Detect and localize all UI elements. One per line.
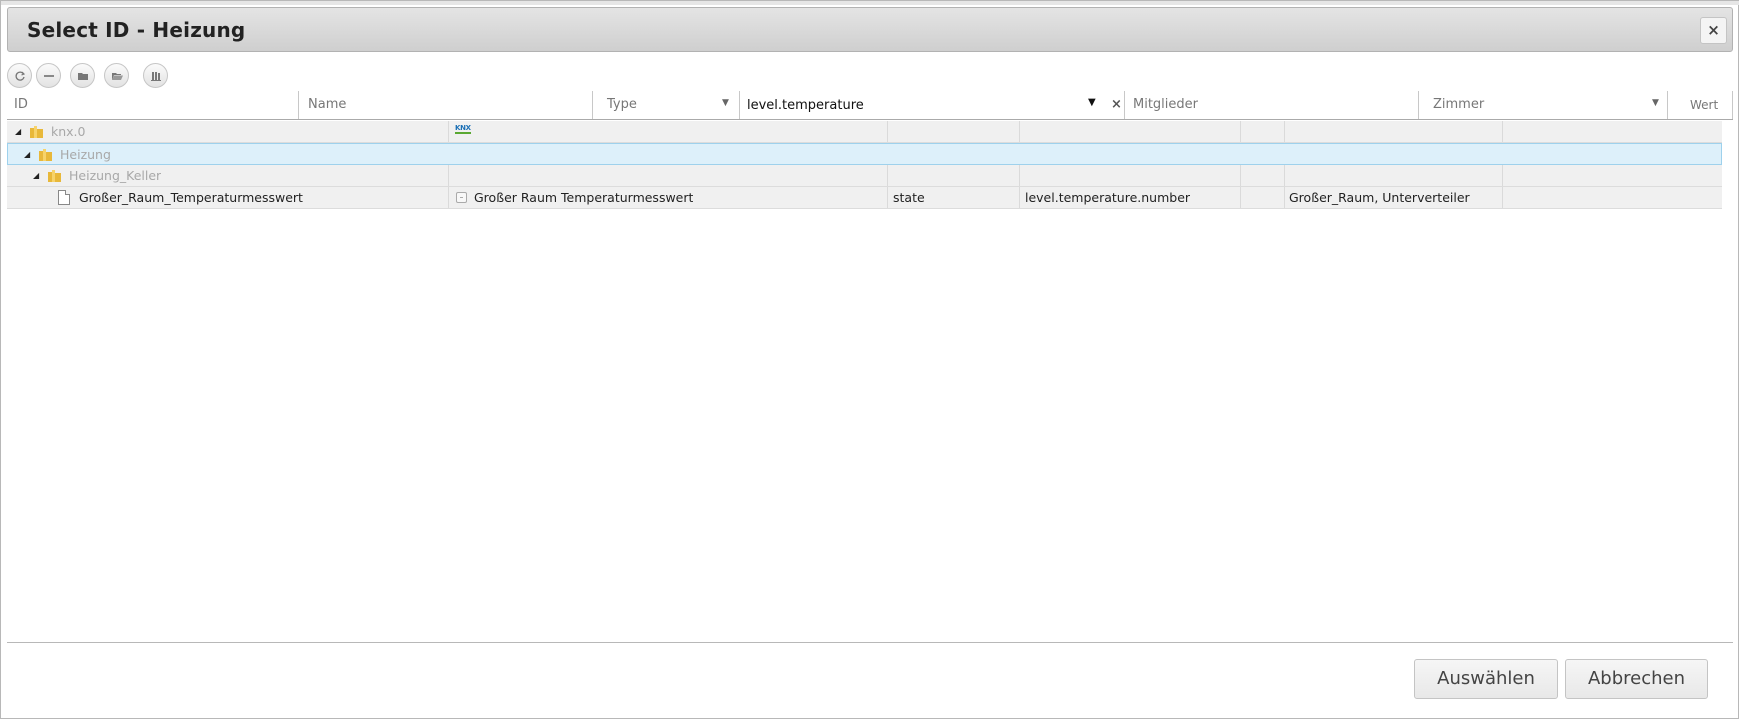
column-header-members[interactable]: Mitglieder xyxy=(1133,91,1198,119)
column-divider xyxy=(448,121,449,142)
object-type: state xyxy=(893,190,925,205)
object-name: Großer Raum Temperaturmesswert xyxy=(474,190,694,205)
tree-item-label: knx.0 xyxy=(51,124,86,139)
tree-toggle-icon[interactable]: ◢ xyxy=(15,121,21,142)
column-divider xyxy=(1502,187,1503,208)
close-button[interactable]: × xyxy=(1700,17,1727,44)
list-icon xyxy=(150,71,161,81)
column-divider xyxy=(1502,165,1503,186)
column-divider xyxy=(1240,121,1241,142)
tree-toggle-icon[interactable]: ◢ xyxy=(33,165,39,186)
column-divider xyxy=(1240,187,1241,208)
collapse-button[interactable] xyxy=(36,63,61,88)
select-button[interactable]: Auswählen xyxy=(1414,659,1558,699)
tree-item-label: Großer_Raum_Temperaturmesswert xyxy=(79,190,303,205)
tree-row-state[interactable]: Großer_Raum_Temperaturmesswert Großer Ra… xyxy=(7,187,1722,209)
tree-row-selected[interactable]: ◢ Heizung xyxy=(7,143,1722,165)
expand-folders-button[interactable] xyxy=(104,63,129,88)
folder-icon xyxy=(48,170,61,182)
column-divider xyxy=(887,121,888,142)
clear-filter-icon[interactable]: × xyxy=(1111,94,1122,116)
column-header-type[interactable]: Type xyxy=(607,91,637,119)
cancel-button[interactable]: Abbrechen xyxy=(1565,659,1708,699)
column-divider xyxy=(887,165,888,186)
folder-icon xyxy=(30,126,43,138)
dialog-titlebar: Select ID - Heizung × xyxy=(7,7,1733,52)
column-resizer[interactable] xyxy=(1418,91,1419,119)
table-header: ID Name Type ▼ ▼ × Mitglieder Zimmer ▼ W… xyxy=(7,91,1733,120)
column-divider xyxy=(1502,121,1503,142)
state-icon xyxy=(456,192,467,203)
collapse-icon xyxy=(43,74,54,77)
column-divider xyxy=(1284,187,1285,208)
folder-open-icon xyxy=(111,72,123,80)
tree-row[interactable]: ◢ knx.0 KNX xyxy=(7,121,1722,143)
footer-divider xyxy=(7,642,1733,643)
dialog-title: Select ID - Heizung xyxy=(27,18,246,42)
column-resizer[interactable] xyxy=(1124,91,1125,119)
list-view-button[interactable] xyxy=(143,63,168,88)
column-header-id[interactable]: ID xyxy=(14,91,28,119)
role-filter-input[interactable] xyxy=(747,95,1099,115)
column-divider xyxy=(1019,165,1020,186)
tree-item-label: Heizung_Keller xyxy=(69,168,162,183)
column-header-rooms[interactable]: Zimmer xyxy=(1433,91,1484,119)
column-divider xyxy=(448,187,449,208)
folder-icon xyxy=(77,72,88,80)
column-header-value[interactable]: Wert xyxy=(1690,91,1718,119)
column-resizer[interactable] xyxy=(1667,91,1668,119)
folder-icon xyxy=(39,149,52,161)
state-file-icon xyxy=(58,190,70,205)
tree-toggle-icon[interactable]: ◢ xyxy=(24,144,30,165)
rooms-filter-dropdown-icon[interactable]: ▼ xyxy=(1652,91,1659,115)
background-strip xyxy=(1,1,1739,5)
column-resizer[interactable] xyxy=(739,91,740,119)
column-resizer[interactable] xyxy=(298,91,299,119)
column-header-name[interactable]: Name xyxy=(308,91,346,119)
column-divider xyxy=(1019,121,1020,142)
select-id-dialog: Select ID - Heizung × ID Name Type ▼ ▼ ×… xyxy=(0,0,1739,719)
column-divider xyxy=(448,165,449,186)
knx-adapter-icon: KNX xyxy=(455,124,471,134)
role-filter-dropdown-icon[interactable]: ▼ xyxy=(1088,91,1096,115)
column-divider xyxy=(887,187,888,208)
column-resizer[interactable] xyxy=(1732,91,1733,119)
collapse-folders-button[interactable] xyxy=(70,63,95,88)
tree-row[interactable]: ◢ Heizung_Keller xyxy=(7,165,1722,187)
column-divider xyxy=(1284,121,1285,142)
object-role: level.temperature.number xyxy=(1025,190,1191,205)
refresh-icon xyxy=(15,71,25,81)
tree-item-label: Heizung xyxy=(60,147,111,162)
refresh-button[interactable] xyxy=(7,63,32,88)
column-divider xyxy=(1240,165,1241,186)
column-resizer[interactable] xyxy=(592,91,593,119)
column-divider xyxy=(1284,165,1285,186)
column-divider xyxy=(1019,187,1020,208)
object-rooms: Großer_Raum, Unterverteiler xyxy=(1289,190,1470,205)
type-filter-dropdown-icon[interactable]: ▼ xyxy=(722,91,729,115)
